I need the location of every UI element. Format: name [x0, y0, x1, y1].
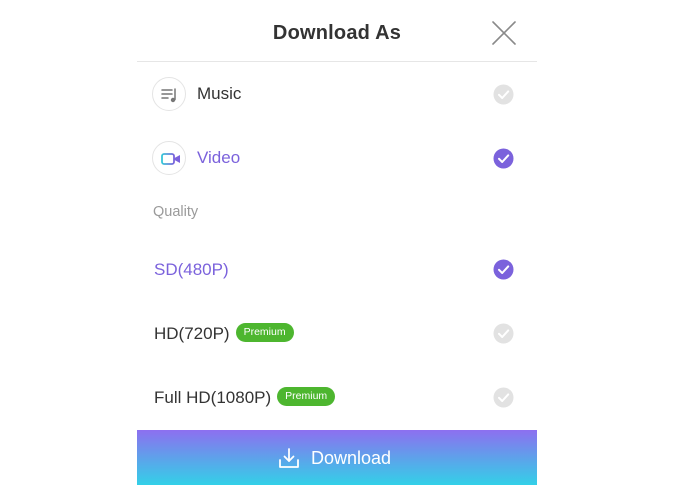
quality-option-hd[interactable]: HD(720P) Premium [137, 303, 537, 363]
quality-label-sd-text: SD(480P) [154, 260, 229, 279]
download-as-sheet: Download As Music Video Quality SD(480P)… [137, 0, 537, 496]
quality-label-sd: SD(480P) [154, 260, 229, 280]
music-icon-circle [152, 77, 186, 111]
download-icon [279, 448, 299, 468]
premium-badge: Premium [235, 323, 294, 343]
download-button[interactable]: Download [137, 430, 537, 485]
quality-section-label: Quality [153, 204, 199, 220]
sheet-title: Download As [272, 22, 402, 44]
format-option-music[interactable]: Music [137, 64, 537, 124]
quality-option-full-hd[interactable]: Full HD(1080P) Premium [137, 367, 537, 427]
quality-label-hd-text: HD(720P) [154, 324, 230, 343]
checked-circle-icon [493, 148, 514, 169]
format-label-video: Video [197, 148, 241, 167]
unchecked-circle-icon [493, 323, 514, 344]
close-icon [492, 21, 516, 45]
quality-option-sd[interactable]: SD(480P) [137, 239, 537, 299]
download-button-label: Download [311, 448, 392, 468]
sheet-header: Download As [137, 0, 537, 62]
unchecked-circle-icon [493, 387, 514, 408]
quality-label-full-hd: Full HD(1080P) Premium [154, 387, 336, 408]
unchecked-circle-icon [493, 84, 514, 105]
format-option-video[interactable]: Video [137, 128, 537, 188]
quality-label-full-hd-text: Full HD(1080P) [154, 388, 272, 407]
format-label-music: Music [197, 84, 242, 103]
video-camera-icon [161, 153, 180, 165]
premium-badge: Premium [277, 387, 336, 407]
checked-circle-icon [493, 259, 514, 280]
close-button[interactable] [489, 18, 519, 48]
quality-label-hd: HD(720P) Premium [154, 323, 294, 344]
video-icon-circle [152, 141, 186, 175]
music-playlist-icon [161, 88, 176, 103]
